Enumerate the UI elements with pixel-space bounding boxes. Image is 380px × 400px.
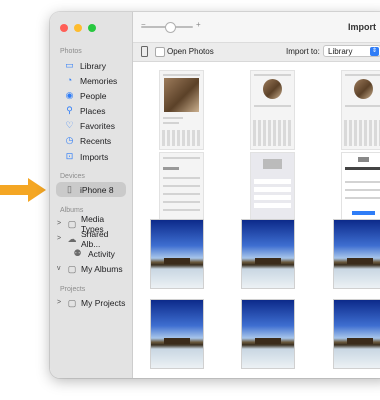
sidebar-item-people[interactable]: ◉ People	[56, 88, 126, 103]
zoom-slider[interactable]	[141, 22, 193, 33]
chevron-right-icon[interactable]: >	[57, 220, 65, 227]
heart-icon: ♡	[65, 120, 74, 130]
photo-thumbnail[interactable]	[241, 299, 295, 369]
sidebar-item-shared-albums[interactable]: > ☁ Shared Alb...	[56, 229, 126, 249]
sidebar-item-label: Memories	[80, 75, 118, 86]
pointer-arrow-icon	[0, 178, 46, 202]
sidebar-item-label: Favorites	[80, 120, 115, 131]
folder-icon: ▢	[67, 218, 77, 229]
toolbar: − + Import	[133, 12, 380, 43]
photo-thumbnail[interactable]	[341, 70, 380, 150]
import-to-select[interactable]: Library ⇕	[323, 45, 380, 57]
folder-icon: ▢	[67, 263, 77, 274]
close-button[interactable]	[60, 24, 68, 32]
sidebar-item-iphone-8[interactable]: ▯ iPhone 8	[56, 182, 126, 197]
section-albums-heading: Albums	[60, 207, 84, 214]
sidebar-item-label: Recents	[80, 135, 112, 146]
import-options-bar: Open Photos Import to: Library ⇕	[133, 43, 380, 62]
window-title: Import	[348, 22, 376, 32]
sidebar-item-imports[interactable]: ⊡ Imports	[56, 149, 126, 164]
photo-thumbnail[interactable]	[241, 219, 295, 289]
zoom-slider-knob[interactable]	[165, 22, 176, 33]
photo-thumbnail[interactable]	[333, 299, 380, 369]
chevron-down-icon[interactable]: v	[57, 265, 65, 272]
window-controls	[60, 24, 96, 32]
photo-thumbnail[interactable]	[150, 219, 204, 289]
section-devices-heading: Devices	[60, 173, 85, 180]
import-icon: ⊡	[65, 151, 74, 161]
import-to-value: Library	[328, 47, 353, 56]
sidebar-item-my-projects[interactable]: > ▢ My Projects	[56, 295, 126, 310]
section-projects-heading: Projects	[60, 286, 86, 293]
photo-thumbnail[interactable]	[150, 299, 204, 369]
photo-thumbnail[interactable]	[250, 152, 295, 224]
sidebar-item-label: People	[80, 90, 107, 101]
sidebar-item-label: iPhone 8	[80, 184, 114, 195]
memories-icon: ◔	[66, 75, 73, 85]
sidebar: Photos ▭ Library ◔ Memories ◉ People ⚲ Place…	[50, 12, 133, 378]
main-content: − + Import Open Photos Import to: Librar…	[133, 12, 380, 378]
sidebar-item-places[interactable]: ⚲ Places	[56, 103, 126, 118]
open-photos-label: Open Photos	[167, 47, 214, 56]
chevron-right-icon[interactable]: >	[57, 235, 65, 242]
sidebar-item-recents[interactable]: ◷ Recents	[56, 133, 126, 148]
photo-thumbnail[interactable]	[341, 152, 380, 224]
photo-thumbnail[interactable]	[159, 152, 204, 224]
import-to-label: Import to:	[286, 47, 320, 56]
photos-import-window: Photos ▭ Library ◔ Memories ◉ People ⚲ Place…	[50, 12, 380, 378]
clock-icon: ◷	[65, 135, 74, 145]
zoom-in-icon[interactable]: +	[196, 20, 201, 29]
people-icon: ⚉	[73, 248, 82, 258]
sidebar-item-label: Library	[80, 60, 106, 71]
sidebar-item-label: Activity	[88, 248, 115, 259]
library-icon: ▭	[65, 60, 74, 70]
iphone-icon: ▯	[67, 184, 72, 194]
sidebar-item-activity[interactable]: ⚉ Activity	[64, 246, 134, 261]
minimize-button[interactable]	[74, 24, 82, 32]
open-photos-checkbox[interactable]	[155, 47, 165, 57]
folder-icon: ▢	[67, 297, 77, 308]
sidebar-item-label: My Projects	[81, 297, 126, 308]
photo-thumbnail[interactable]	[250, 70, 295, 150]
photo-thumbnail[interactable]	[159, 70, 204, 150]
sidebar-item-memories[interactable]: ◔ Memories	[56, 73, 126, 88]
people-icon: ◉	[65, 90, 74, 100]
iphone-icon	[141, 46, 148, 57]
sidebar-item-label: My Albums	[81, 263, 123, 274]
cloud-icon: ☁	[67, 233, 77, 244]
photo-thumbnail[interactable]	[333, 219, 380, 289]
places-icon: ⚲	[66, 105, 73, 115]
sidebar-item-my-albums[interactable]: v ▢ My Albums	[56, 261, 126, 276]
sidebar-item-label: Imports	[80, 151, 109, 162]
sidebar-item-favorites[interactable]: ♡ Favorites	[56, 118, 126, 133]
chevron-right-icon[interactable]: >	[57, 299, 65, 306]
maximize-button[interactable]	[88, 24, 96, 32]
sidebar-item-label: Places	[80, 105, 106, 116]
section-photos-heading: Photos	[60, 48, 82, 55]
select-arrows-icon: ⇕	[370, 47, 379, 56]
sidebar-item-library[interactable]: ▭ Library	[56, 58, 126, 73]
